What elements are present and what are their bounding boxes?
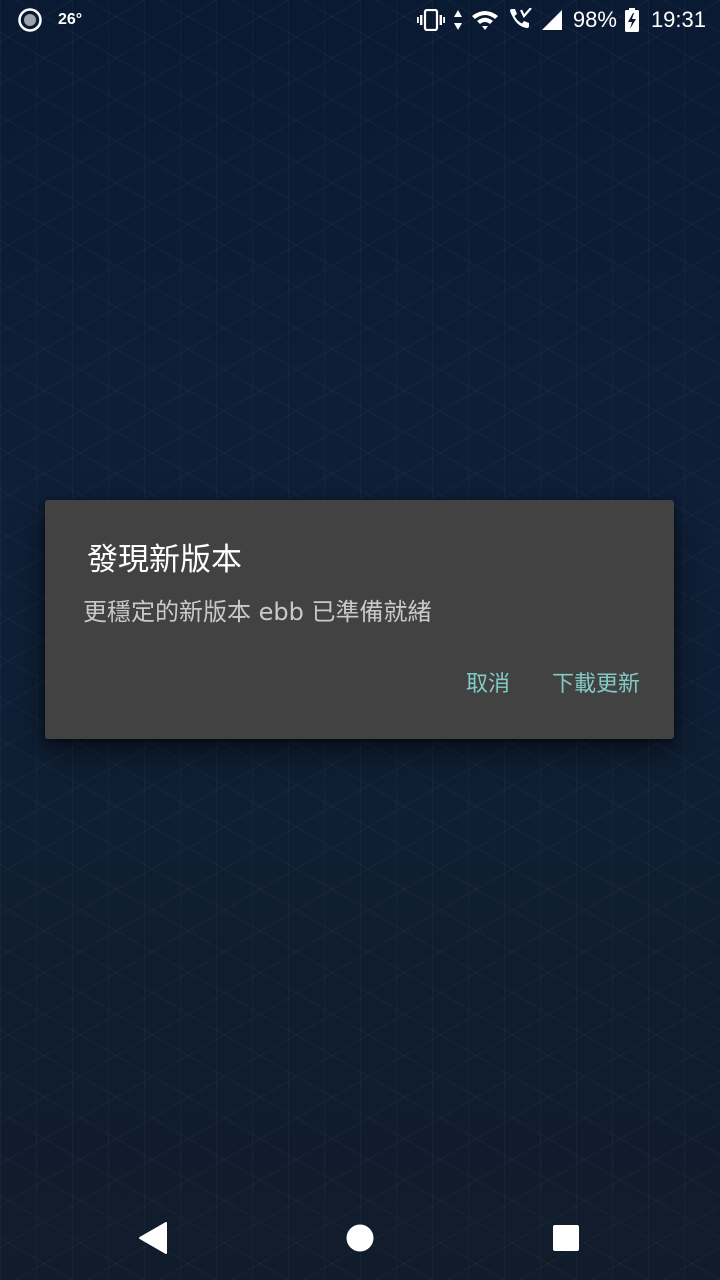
status-bar-left: 26° [18, 8, 82, 32]
navigation-bar [0, 1200, 720, 1280]
battery-percent-text: 98% [572, 7, 617, 32]
wifi-icon [471, 9, 499, 31]
dialog-actions: 取消 下載更新 [424, 666, 640, 698]
dialog-message: 更穩定的新版本 ebb 已準備就緒 [83, 598, 432, 626]
cancel-button[interactable]: 取消 [466, 666, 510, 698]
clock-text: 19:31 [650, 7, 706, 32]
recents-button[interactable] [544, 1218, 588, 1262]
recents-icon [552, 1224, 580, 1256]
status-bar-right: 98% 19:31 [409, 6, 706, 34]
dialog-title: 發現新版本 [87, 542, 242, 578]
back-button[interactable] [131, 1218, 175, 1262]
back-icon [138, 1221, 168, 1259]
weather-icon [18, 8, 42, 32]
temperature-text: 26° [58, 11, 83, 28]
battery-charging-icon [624, 8, 639, 32]
status-bar: 26° 98% 19:31 [0, 0, 720, 40]
home-icon [345, 1223, 375, 1257]
data-arrows-icon [453, 9, 463, 31]
download-update-button[interactable]: 下載更新 [552, 666, 640, 698]
update-dialog: 發現新版本 更穩定的新版本 ebb 已準備就緒 取消 下載更新 [45, 500, 674, 739]
vibrate-icon [416, 9, 445, 31]
phone-call-icon [507, 8, 533, 32]
signal-icon [541, 9, 563, 31]
home-button[interactable] [338, 1218, 382, 1262]
